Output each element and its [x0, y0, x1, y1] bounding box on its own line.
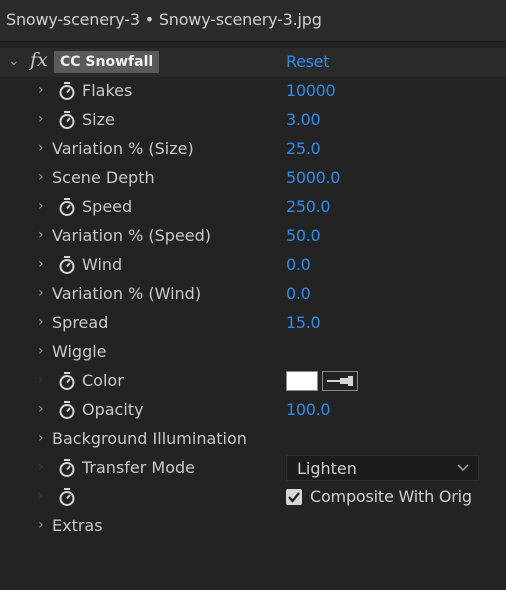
- panel-title: Snowy-scenery-3 • Snowy-scenery-3.jpg: [6, 10, 322, 29]
- stopwatch-icon[interactable]: [58, 371, 76, 391]
- chevron-right-icon[interactable]: ›: [38, 111, 44, 127]
- property-row-scene-depth[interactable]: › Scene Depth 5000.0: [0, 164, 506, 193]
- property-label: Flakes: [82, 81, 133, 100]
- property-label: Background Illumination: [52, 429, 247, 448]
- chevron-right-icon[interactable]: ›: [38, 285, 44, 301]
- transfer-mode-dropdown[interactable]: Lighten: [286, 455, 479, 481]
- property-row-spread[interactable]: › Spread 15.0: [0, 309, 506, 338]
- property-row-wind[interactable]: › Wind 0.0: [0, 251, 506, 280]
- chevron-right-icon[interactable]: ›: [38, 343, 44, 359]
- property-value[interactable]: 15.0: [286, 313, 321, 332]
- chevron-right-icon[interactable]: ›: [38, 169, 44, 185]
- checkmark-icon: [288, 492, 300, 503]
- property-row-color[interactable]: › Color: [0, 367, 506, 396]
- chevron-right-icon[interactable]: ›: [38, 401, 44, 417]
- property-value[interactable]: 0.0: [286, 284, 311, 303]
- stopwatch-icon[interactable]: [58, 458, 76, 478]
- property-row-flakes[interactable]: › Flakes 10000: [0, 77, 506, 106]
- chevron-down-icon[interactable]: ⌄: [8, 53, 20, 69]
- property-group-wiggle[interactable]: › Wiggle: [0, 338, 506, 367]
- chevron-right-icon[interactable]: ›: [38, 82, 44, 98]
- property-row-variation-speed[interactable]: › Variation % (Speed) 50.0: [0, 222, 506, 251]
- property-value[interactable]: 250.0: [286, 197, 331, 216]
- property-label: Wind: [82, 255, 123, 274]
- property-label: Size: [82, 110, 115, 129]
- property-value[interactable]: 5000.0: [286, 168, 340, 187]
- property-label: Variation % (Speed): [52, 226, 211, 245]
- property-group-extras[interactable]: › Extras: [0, 512, 506, 541]
- stopwatch-icon[interactable]: [58, 255, 76, 275]
- stopwatch-icon[interactable]: [58, 400, 76, 420]
- chevron-right-icon[interactable]: ›: [38, 198, 44, 214]
- chevron-down-icon: [457, 464, 469, 472]
- property-group-background-illumination[interactable]: › Background Illumination: [0, 425, 506, 454]
- property-value[interactable]: 0.0: [286, 255, 311, 274]
- property-row-composite[interactable]: › Composite With Orig: [0, 483, 506, 512]
- property-value[interactable]: 10000: [286, 81, 336, 100]
- property-label: Scene Depth: [52, 168, 155, 187]
- property-label: Opacity: [82, 400, 144, 419]
- property-row-opacity[interactable]: › Opacity 100.0: [0, 396, 506, 425]
- property-row-variation-wind[interactable]: › Variation % (Wind) 0.0: [0, 280, 506, 309]
- stopwatch-icon[interactable]: [58, 197, 76, 217]
- effect-name[interactable]: CC Snowfall: [54, 51, 160, 73]
- property-row-size[interactable]: › Size 3.00: [0, 106, 506, 135]
- chevron-right-icon[interactable]: ›: [38, 227, 44, 243]
- property-label: Wiggle: [52, 342, 107, 361]
- stopwatch-icon[interactable]: [58, 487, 76, 507]
- twirl-placeholder-icon: ›: [38, 372, 44, 388]
- fx-toggle-icon[interactable]: fx: [30, 49, 48, 71]
- property-value[interactable]: 25.0: [286, 139, 321, 158]
- property-value[interactable]: 50.0: [286, 226, 321, 245]
- property-label: Variation % (Size): [52, 139, 194, 158]
- property-label: Speed: [82, 197, 133, 216]
- twirl-placeholder-icon: ›: [38, 488, 44, 504]
- property-label: Variation % (Wind): [52, 284, 202, 303]
- panel-header: Snowy-scenery-3 • Snowy-scenery-3.jpg: [0, 0, 506, 42]
- property-row-variation-size[interactable]: › Variation % (Size) 25.0: [0, 135, 506, 164]
- property-value[interactable]: 3.00: [286, 110, 321, 129]
- chevron-right-icon[interactable]: ›: [38, 256, 44, 272]
- stopwatch-icon[interactable]: [58, 81, 76, 101]
- property-label: Color: [82, 371, 124, 390]
- composite-checkbox[interactable]: [286, 489, 302, 505]
- eyedropper-icon[interactable]: [322, 371, 358, 391]
- property-value[interactable]: 100.0: [286, 400, 331, 419]
- twirl-placeholder-icon: ›: [38, 459, 44, 475]
- chevron-right-icon[interactable]: ›: [38, 314, 44, 330]
- property-label: Transfer Mode: [82, 458, 196, 477]
- color-swatch[interactable]: [286, 371, 318, 391]
- chevron-right-icon[interactable]: ›: [38, 517, 44, 533]
- property-row-speed[interactable]: › Speed 250.0: [0, 193, 506, 222]
- property-row-transfer-mode[interactable]: › Transfer Mode Lighten: [0, 454, 506, 483]
- chevron-right-icon[interactable]: ›: [38, 140, 44, 156]
- effect-header-row[interactable]: ⌄ fx CC Snowfall Reset: [0, 48, 506, 77]
- chevron-right-icon[interactable]: ›: [38, 430, 44, 446]
- stopwatch-icon[interactable]: [58, 110, 76, 130]
- property-label: Spread: [52, 313, 109, 332]
- reset-button[interactable]: Reset: [286, 52, 330, 71]
- dropdown-selected-value: Lighten: [297, 459, 357, 478]
- checkbox-label[interactable]: Composite With Orig: [310, 487, 472, 506]
- property-label: Extras: [52, 516, 103, 535]
